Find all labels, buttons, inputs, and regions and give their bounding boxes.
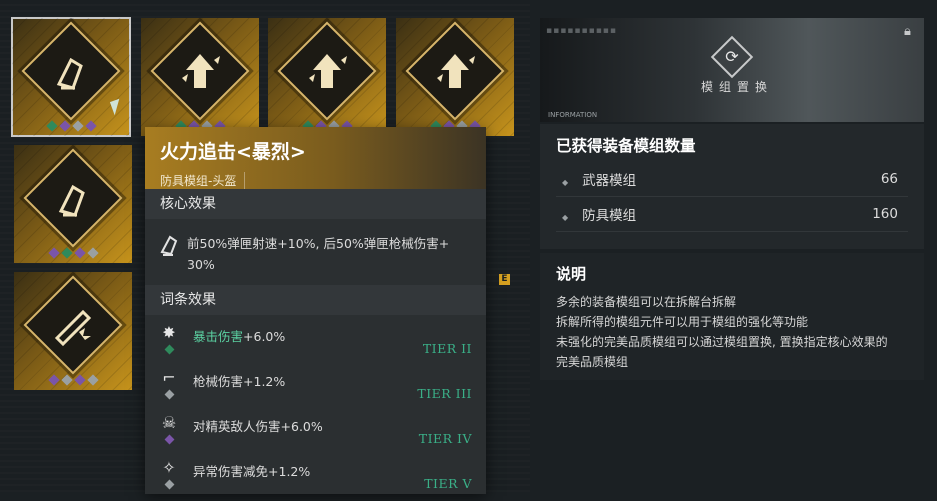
module-title: 火力追击<暴烈>: [160, 141, 306, 163]
info-tag: INFORMATION: [548, 111, 598, 119]
gem: [86, 374, 99, 386]
module-card-4[interactable]: [396, 18, 514, 136]
gem: [47, 247, 60, 259]
module-card-2[interactable]: [141, 18, 259, 136]
affix-name: 异常伤害减免: [193, 464, 269, 479]
tooltip-header: 火力追击<暴烈> 防具模组-头盔: [145, 127, 486, 189]
affix-value: +1.2%: [268, 464, 311, 479]
affix-tier: TIER II: [422, 341, 472, 356]
affix-tier: TIER III: [417, 386, 472, 401]
affix-value: +6.0%: [243, 329, 286, 344]
burst-arrow-icon: [141, 32, 259, 112]
affix-row: ✸ 暴击伤害+6.0% TIER II: [145, 321, 486, 366]
gem: [47, 374, 60, 386]
module-card-5[interactable]: [14, 145, 132, 263]
owned-modules-panel: 已获得装备模组数量 ◆ 武器模组 66 ◆ 防具模组 160: [540, 124, 924, 249]
equipped-marker: E: [499, 274, 510, 285]
gem: [73, 374, 86, 386]
quality-gems: [14, 247, 132, 259]
affix-name: 对精英敌人伤害: [193, 419, 281, 434]
affix-text: 枪械伤害+1.2%: [193, 371, 285, 390]
explanation-title: 说明: [556, 265, 587, 283]
stat-label: 防具模组: [582, 208, 637, 224]
module-swap-banner[interactable]: ▪▪▪▪▪▪▪▪▪▪ ⟳ 模组置换 INFORMATION: [540, 18, 924, 122]
module-card-1[interactable]: [11, 17, 131, 137]
crit-burst-icon: ✸: [162, 323, 176, 342]
bullet-icon: ◆: [562, 213, 569, 222]
gem: [164, 434, 175, 445]
affix-name: 枪械伤害: [193, 374, 244, 389]
stat-row-armor: ◆ 防具模组 160: [556, 197, 908, 232]
bullet-icon: ◆: [562, 178, 569, 187]
module-type: 防具模组-头盔: [160, 172, 246, 189]
affix-tier: TIER IV: [418, 431, 472, 446]
explanation-line: 拆解所得的模组元件可以用于模组的强化等功能: [556, 315, 809, 329]
gem: [86, 247, 99, 259]
explanation-line: 多余的装备模组可以在拆解台拆解: [556, 295, 737, 309]
burst-arrow-icon: [268, 32, 386, 112]
module-tooltip: 火力追击<暴烈> 防具模组-头盔 核心效果 前50%弹匣射速+10%, 后50%…: [145, 127, 486, 494]
affix-effect-header: 词条效果: [145, 285, 486, 315]
affix-name: 暴击伤害: [193, 329, 244, 344]
stat-row-weapon: ◆ 武器模组 66: [556, 162, 908, 197]
gem: [73, 247, 86, 259]
status-shield-icon: ✧: [162, 458, 176, 477]
swap-cycle-icon: ⟳: [725, 47, 739, 66]
explanation-panel: 说明 多余的装备模组可以在拆解台拆解 拆解所得的模组元件可以用于模组的强化等功能…: [540, 253, 924, 380]
armor-arm-icon: [159, 233, 187, 285]
gem: [60, 374, 73, 386]
elite-skull-icon: ☠: [161, 413, 177, 432]
module-card-3[interactable]: [268, 18, 386, 136]
gun-burst-icon: [14, 286, 132, 366]
gem: [164, 479, 175, 490]
affix-value: +6.0%: [280, 419, 323, 434]
stat-label-wrap: ◆ 防具模组: [562, 204, 636, 224]
affix-tier: TIER V: [424, 476, 472, 491]
explanation-line: 完美品质模组: [556, 355, 629, 369]
affix-row: ✧ 异常伤害减免+1.2% TIER V: [145, 456, 486, 501]
affix-text: 对精英敌人伤害+6.0%: [193, 416, 323, 435]
pistol-icon: ⌐: [162, 368, 176, 387]
gem: [60, 247, 73, 259]
burst-arrow-icon: [396, 32, 514, 112]
gem: [164, 389, 175, 400]
banner-decoration: ▪▪▪▪▪▪▪▪▪▪: [546, 26, 617, 36]
core-effect-header: 核心效果: [145, 189, 486, 219]
core-effect-text: 前50%弹匣射速+10%, 后50%弹匣枪械伤害+ 30%: [187, 233, 449, 285]
stat-label: 武器模组: [582, 173, 637, 189]
core-effect-line-1: 前50%弹匣射速+10%, 后50%弹匣枪械伤害+: [187, 236, 450, 251]
gem: [45, 120, 58, 132]
module-swap-label: 模组置换: [700, 80, 773, 94]
core-effect-row: 前50%弹匣射速+10%, 后50%弹匣枪械伤害+ 30%: [145, 219, 486, 285]
affix-row: ☠ 对精英敌人伤害+6.0% TIER IV: [145, 411, 486, 456]
gem: [164, 344, 175, 355]
explanation-line: 未强化的完美品质模组可以通过模组置换, 置换指定核心效果的: [556, 335, 888, 349]
gem: [71, 120, 84, 132]
owned-modules-title: 已获得装备模组数量: [556, 137, 696, 155]
stat-value: 66: [880, 171, 898, 187]
gem: [84, 120, 97, 132]
stat-label-wrap: ◆ 武器模组: [562, 169, 636, 189]
module-card-6[interactable]: [14, 272, 132, 390]
affix-value: +1.2%: [243, 374, 286, 389]
affix-row: ⌐ 枪械伤害+1.2% TIER III: [145, 366, 486, 411]
core-effect-line-2: 30%: [187, 257, 215, 272]
stats-list: ◆ 武器模组 66 ◆ 防具模组 160: [556, 162, 908, 232]
affix-text: 暴击伤害+6.0%: [193, 326, 285, 345]
quality-gems: [14, 374, 132, 386]
lock-icon: 🔒︎: [904, 24, 911, 39]
armor-arm-icon: [14, 159, 132, 239]
affix-list: ✸ 暴击伤害+6.0% TIER II ⌐ 枪械伤害+1.2% TIER III…: [145, 315, 486, 494]
stat-value: 160: [872, 206, 898, 222]
affix-text: 异常伤害减免+1.2%: [193, 461, 310, 480]
quality-gems: [12, 120, 130, 132]
gem: [58, 120, 71, 132]
